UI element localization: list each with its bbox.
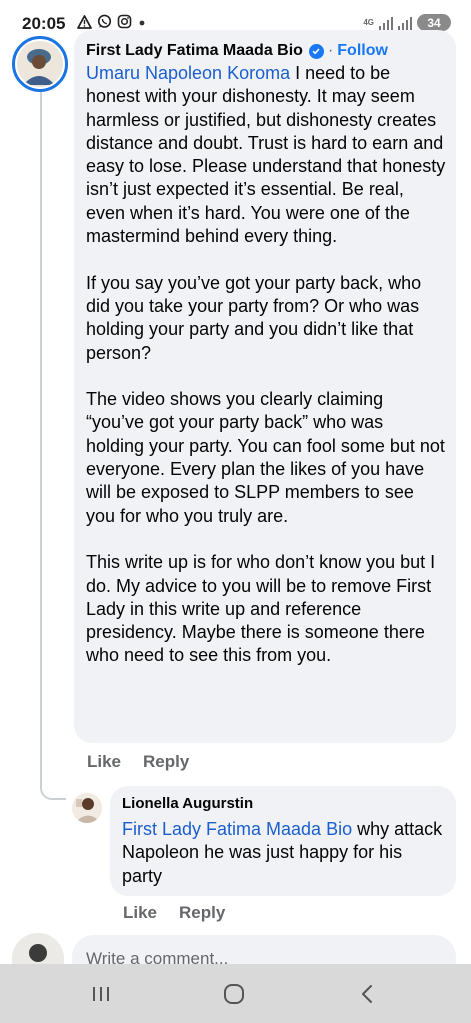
system-indicators: 4G 34 xyxy=(363,14,451,31)
verified-badge-icon xyxy=(308,43,324,59)
reply-author-name[interactable]: Lionella Augurstin xyxy=(122,795,446,815)
dot-icon xyxy=(137,15,147,29)
reply-bubble: Lionella Augurstin First Lady Fatima Maa… xyxy=(110,786,456,896)
alert-triangle-icon xyxy=(77,14,92,29)
signal-icon-2 xyxy=(398,16,412,30)
reply-button[interactable]: Reply xyxy=(143,752,189,772)
back-icon[interactable] xyxy=(354,982,380,1006)
like-button[interactable]: Like xyxy=(87,752,121,772)
home-icon[interactable] xyxy=(221,982,247,1006)
separator-dot: · xyxy=(327,42,334,59)
comment-paragraph: Umaru Napoleon Koroma I need to be hones… xyxy=(86,62,446,248)
comment-paragraph-text: I need to be honest with your dishonesty… xyxy=(86,63,446,247)
thread-connector-line xyxy=(40,80,66,800)
notification-icons xyxy=(77,14,147,29)
mention-link[interactable]: First Lady Fatima Maada Bio xyxy=(122,819,352,839)
reply-button[interactable]: Reply xyxy=(179,903,225,923)
mention-link[interactable]: Umaru Napoleon Koroma xyxy=(86,63,290,83)
comment-body: Umaru Napoleon Koroma I need to be hones… xyxy=(86,62,446,668)
reply-body: First Lady Fatima Maada Bio why attack N… xyxy=(122,818,446,888)
like-button[interactable]: Like xyxy=(123,903,157,923)
profile-photo-icon xyxy=(72,793,102,823)
instagram-icon xyxy=(117,14,132,29)
comment-header: First Lady Fatima Maada Bio · Follow xyxy=(86,40,446,62)
battery-indicator: 34 xyxy=(417,14,451,31)
profile-photo-icon xyxy=(17,41,61,85)
system-navigation-bar xyxy=(0,964,471,1023)
comment-author-name[interactable]: First Lady Fatima Maada Bio xyxy=(86,42,303,60)
signal-icon xyxy=(379,16,393,30)
comment-actions: Like Reply xyxy=(87,752,189,772)
comment-paragraph: If you say you’ve got your party back, w… xyxy=(86,272,422,363)
reply-actions: Like Reply xyxy=(123,903,225,923)
commenter-avatar[interactable] xyxy=(12,36,68,92)
follow-button[interactable]: Follow xyxy=(337,42,388,60)
status-time: 20:05 xyxy=(22,14,66,33)
reply-avatar[interactable] xyxy=(72,793,102,823)
comment-paragraph: The video shows you clearly claiming “yo… xyxy=(86,389,445,526)
reply-paragraph: First Lady Fatima Maada Bio why attack N… xyxy=(122,818,446,888)
comment-paragraph: This write up is for who don’t know you … xyxy=(86,552,436,666)
recent-apps-icon[interactable] xyxy=(88,982,114,1006)
network-type: 4G xyxy=(363,17,374,27)
whatsapp-icon xyxy=(97,14,112,29)
comment-bubble: First Lady Fatima Maada Bio · Follow Uma… xyxy=(74,30,456,743)
